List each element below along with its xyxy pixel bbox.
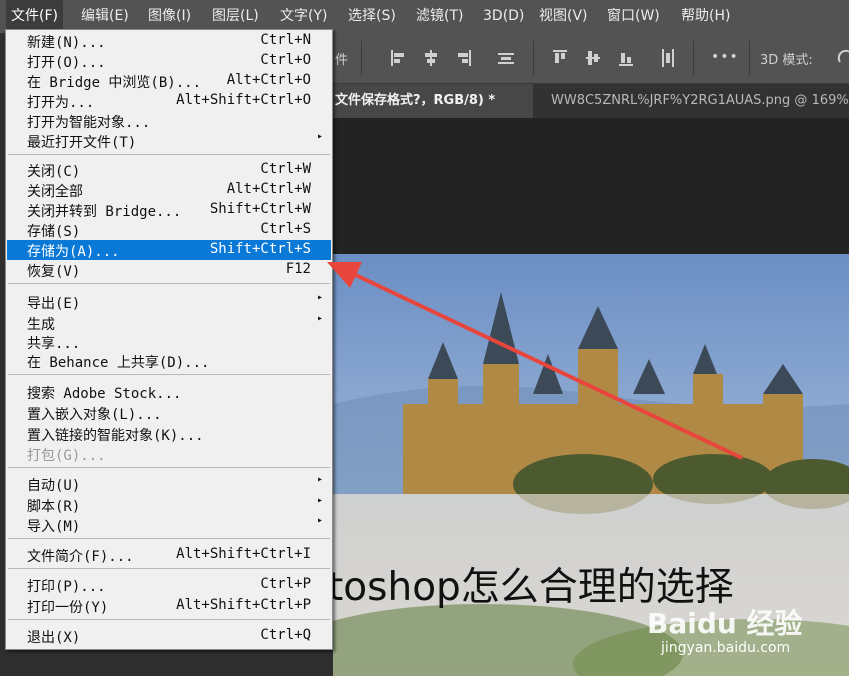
menu-item-save[interactable]: 存储(S) Ctrl+S bbox=[7, 220, 331, 240]
tab-active-document[interactable]: 文件保存格式?，RGB/8) * bbox=[333, 84, 533, 118]
baidu-logo: Baidu 经验 bbox=[647, 607, 803, 640]
menu-item-recent-files[interactable]: 最近打开文件(T) ▸ bbox=[7, 131, 331, 151]
align-bottom-icon[interactable] bbox=[617, 48, 635, 68]
submenu-arrow-icon: ▸ bbox=[316, 292, 323, 303]
submenu-arrow-icon: ▸ bbox=[316, 474, 323, 485]
menu-item-exit[interactable]: 退出(X) Ctrl+Q bbox=[7, 626, 331, 646]
align-left-icon[interactable] bbox=[389, 48, 407, 68]
menu-separator bbox=[8, 619, 330, 620]
menu-item-file-info[interactable]: 文件简介(F)... Alt+Shift+Ctrl+I bbox=[7, 545, 331, 565]
menu-item-import[interactable]: 导入(M) ▸ bbox=[7, 515, 331, 535]
menu-separator bbox=[8, 568, 330, 569]
divider bbox=[361, 41, 362, 75]
menu-item-close-all[interactable]: 关闭全部 Alt+Ctrl+W bbox=[7, 180, 331, 200]
menu-item-export[interactable]: 导出(E) ▸ bbox=[7, 292, 331, 312]
more-options-icon[interactable]: ••• bbox=[711, 49, 739, 65]
submenu-arrow-icon: ▸ bbox=[316, 313, 323, 324]
submenu-arrow-icon: ▸ bbox=[316, 495, 323, 506]
menu-item-print[interactable]: 打印(P)... Ctrl+P bbox=[7, 575, 331, 595]
baidu-watermark: Baidu 经验 jingyan.baidu.com bbox=[647, 602, 847, 662]
menu-item-search-adobe-stock[interactable]: 搜索 Adobe Stock... bbox=[7, 382, 331, 402]
menu-item-package: 打包(G)... bbox=[27, 448, 106, 464]
document-tab-bar: 文件保存格式?，RGB/8) * WW8C5ZNRL%JRF%Y2RG1AUAS… bbox=[333, 84, 849, 118]
submenu-arrow-icon: ▸ bbox=[316, 131, 323, 142]
menu-item-save-as[interactable]: 存储为(A)... Shift+Ctrl+S bbox=[7, 240, 331, 260]
menu-item-share[interactable]: 共享... bbox=[7, 332, 331, 352]
document-canvas[interactable]: toshop怎么合理的选择 Baidu 经验 jingyan.baidu.com bbox=[333, 118, 849, 676]
divider bbox=[693, 41, 694, 75]
align-hcenter-icon[interactable] bbox=[422, 48, 440, 68]
menu-separator bbox=[8, 283, 330, 284]
divider bbox=[533, 41, 534, 75]
menu-item-place-linked[interactable]: 置入链接的智能对象(K)... bbox=[7, 424, 331, 444]
menu-3d[interactable]: 3D(D) bbox=[478, 0, 529, 33]
menu-item-close-go-bridge[interactable]: 关闭并转到 Bridge... Shift+Ctrl+W bbox=[7, 200, 331, 220]
distribute-icon[interactable] bbox=[497, 48, 515, 68]
menu-item-open-smart-object[interactable]: 打开为智能对象... bbox=[7, 111, 331, 131]
menu-filter[interactable]: 滤镜(T) bbox=[411, 0, 468, 33]
watermark-url: jingyan.baidu.com bbox=[661, 640, 791, 656]
file-menu-dropdown: 新建(N)... Ctrl+N 打开(O)... Ctrl+O 在 Bridge 中… bbox=[5, 29, 333, 650]
menu-item-open-as[interactable]: 打开为... Alt+Shift+Ctrl+O bbox=[7, 91, 331, 111]
menu-item-new[interactable]: 新建(N)... Ctrl+N bbox=[7, 31, 331, 51]
menu-separator bbox=[8, 154, 330, 155]
menu-window[interactable]: 窗口(W) bbox=[602, 0, 665, 33]
menu-separator bbox=[8, 538, 330, 539]
submenu-arrow-icon: ▸ bbox=[316, 515, 323, 526]
menu-help[interactable]: 帮助(H) bbox=[676, 0, 735, 33]
menu-item-revert[interactable]: 恢复(V) F12 bbox=[7, 260, 331, 280]
menu-item-print-one-copy[interactable]: 打印一份(Y) Alt+Shift+Ctrl+P bbox=[7, 596, 331, 616]
align-vcenter-icon[interactable] bbox=[584, 48, 602, 68]
align-top-icon[interactable] bbox=[551, 48, 569, 68]
menu-separator bbox=[8, 467, 330, 468]
menu-item-generate[interactable]: 生成 ▸ bbox=[7, 313, 331, 333]
menu-item-close[interactable]: 关闭(C) Ctrl+W bbox=[7, 160, 331, 180]
menu-select[interactable]: 选择(S) bbox=[343, 0, 401, 33]
menu-item-automate[interactable]: 自动(U) ▸ bbox=[7, 474, 331, 494]
options-partial-label: 件 bbox=[335, 53, 349, 68]
tab-png-document[interactable]: WW8C5ZNRL%JRF%Y2RG1AUAS.png @ 169% bbox=[551, 84, 849, 118]
divider bbox=[749, 41, 750, 75]
distribute-vertical-icon[interactable] bbox=[659, 48, 677, 68]
menu-view[interactable]: 视图(V) bbox=[534, 0, 593, 33]
3d-mode-label: 3D 模式: bbox=[760, 53, 813, 68]
menu-item-scripts[interactable]: 脚本(R) ▸ bbox=[7, 495, 331, 515]
menu-separator bbox=[8, 374, 330, 375]
menu-item-share-behance[interactable]: 在 Behance 上共享(D)... bbox=[7, 351, 331, 371]
menu-item-open[interactable]: 打开(O)... Ctrl+O bbox=[7, 51, 331, 71]
menu-item-browse-bridge[interactable]: 在 Bridge 中浏览(B)... Alt+Ctrl+O bbox=[7, 71, 331, 91]
options-bar: 件 ••• 3D 模式: bbox=[333, 33, 849, 84]
3d-rotate-icon[interactable] bbox=[837, 48, 849, 68]
menu-item-place-embedded[interactable]: 置入嵌入对象(L)... bbox=[7, 403, 331, 423]
align-right-icon[interactable] bbox=[455, 48, 473, 68]
